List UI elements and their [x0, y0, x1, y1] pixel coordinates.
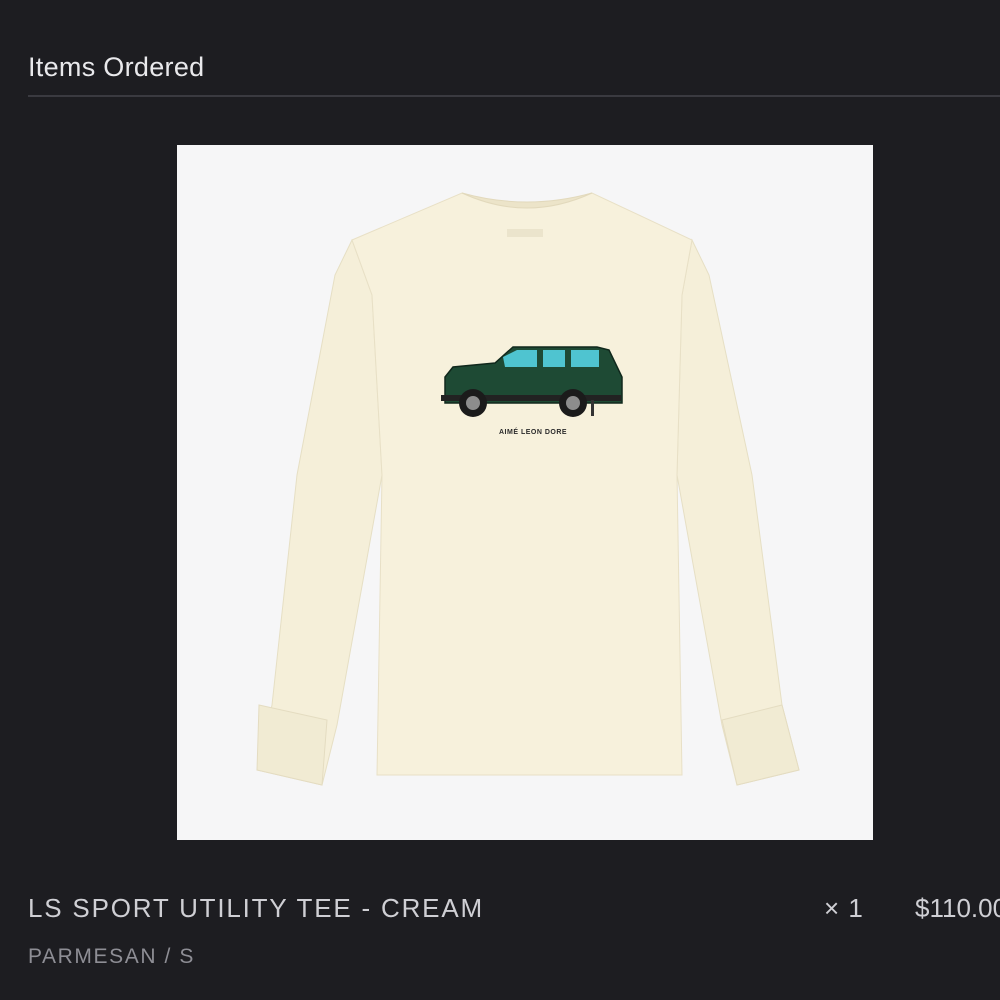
item-quantity: × 1 — [824, 893, 864, 923]
section-title: Items Ordered — [28, 52, 205, 82]
item-price: $110.00 — [915, 893, 1000, 923]
item-name[interactable]: LS SPORT UTILITY TEE - CREAM — [28, 893, 484, 924]
items-ordered-page: Items Ordered AIMÉ LEON DORE LS SPORT UT… — [0, 0, 1000, 1000]
image-brand-text: AIMÉ LEON DORE — [499, 429, 568, 436]
product-image[interactable]: AIMÉ LEON DORE — [177, 145, 873, 840]
section-divider — [28, 95, 1000, 97]
tee-shirt-graphic — [256, 192, 800, 786]
item-variant: PARMESAN / S — [28, 945, 196, 968]
